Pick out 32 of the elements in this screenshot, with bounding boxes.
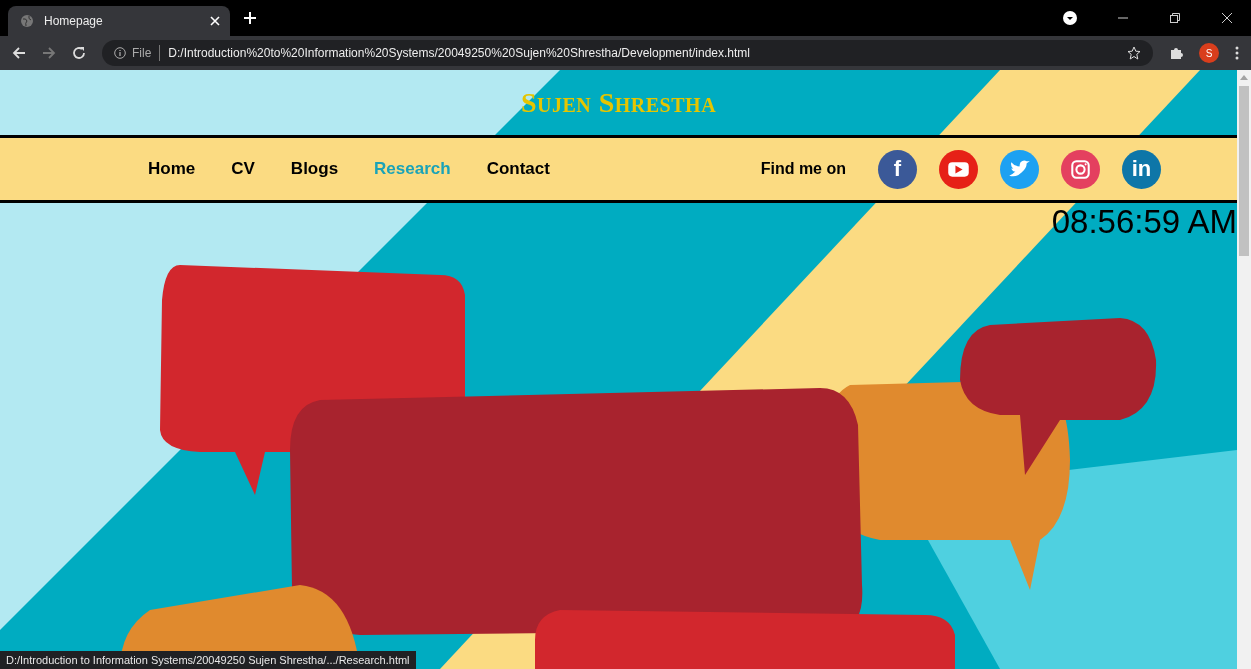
new-tab-icon[interactable] — [244, 12, 256, 24]
menu-icon[interactable] — [1235, 46, 1239, 60]
nav-link[interactable]: Home — [130, 155, 214, 183]
status-bar: D:/Introduction to Information Systems/20049250 Sujen Shrestha/.../Research.html — [0, 651, 416, 669]
profile-avatar[interactable]: S — [1199, 43, 1219, 63]
url-text: D:/Introduction%20to%20Information%20Systems/20049250%20Sujen%20Shrestha/Development/index.html — [168, 46, 751, 60]
address-bar[interactable]: File D:/Introduction%20to%20Information%20Systems/20049250%20Sujen%20Shrestha/Development/index.html — [102, 40, 1153, 66]
nav-link[interactable]: Blogs — [272, 155, 357, 183]
url-scheme: File — [132, 46, 152, 60]
reload-icon[interactable] — [72, 46, 86, 60]
social-link[interactable]: in — [1122, 149, 1161, 189]
restore-icon[interactable] — [1169, 12, 1181, 24]
find-me-label: Find me on — [760, 160, 846, 178]
tab-search-icon[interactable] — [1063, 11, 1077, 25]
close-icon[interactable] — [1221, 12, 1233, 24]
bird-icon[interactable] — [1000, 149, 1039, 189]
puzzle-icon[interactable] — [1169, 46, 1183, 60]
nav-link[interactable]: Contact — [468, 155, 568, 183]
globe-icon — [20, 14, 34, 28]
clock: 08:56:59 AM — [1051, 203, 1237, 241]
scrollbar[interactable] — [1237, 70, 1251, 669]
play-icon[interactable] — [939, 149, 978, 189]
back-icon[interactable] — [12, 46, 26, 60]
nav-link[interactable]: CV — [213, 155, 273, 183]
scrollbar-thumb[interactable] — [1239, 86, 1249, 256]
info-icon — [114, 47, 126, 59]
camera-icon[interactable] — [1061, 149, 1100, 189]
tab-title: Homepage — [44, 14, 104, 28]
forward-icon[interactable] — [42, 46, 56, 60]
star-icon[interactable] — [1127, 46, 1141, 60]
social-link[interactable]: f — [878, 149, 917, 189]
browser-tab[interactable]: Homepage — [8, 6, 230, 36]
